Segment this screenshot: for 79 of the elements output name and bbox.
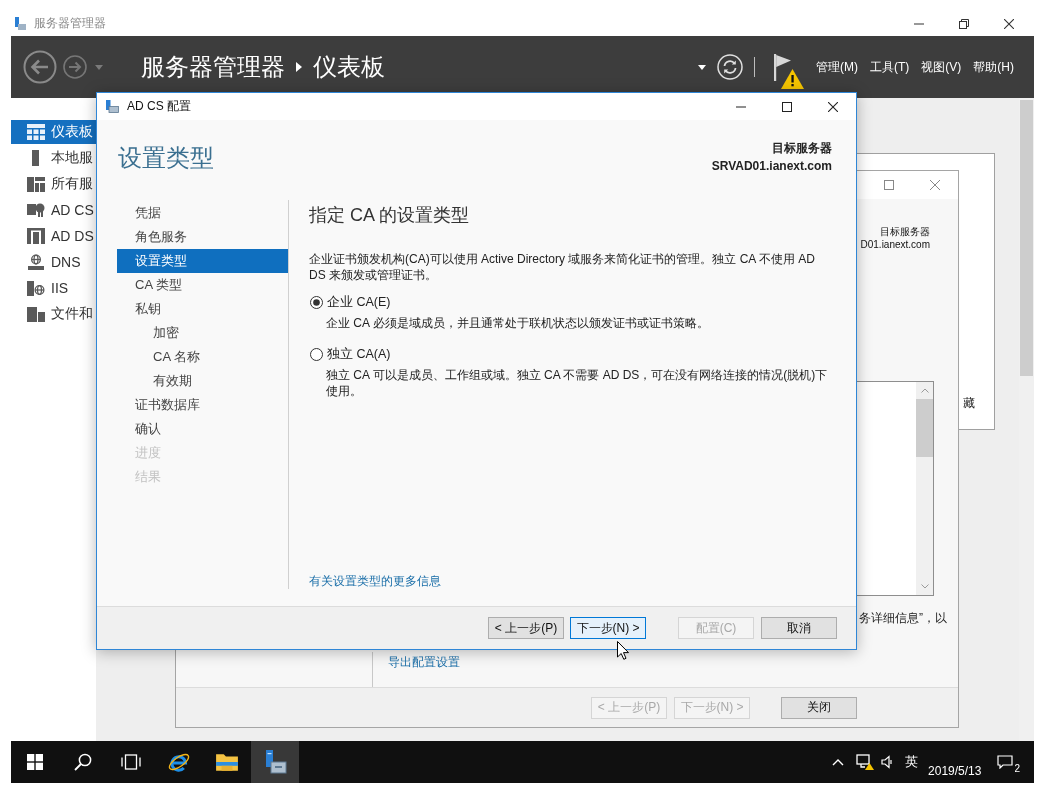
notification-icon[interactable]	[997, 755, 1014, 769]
start-icon[interactable]	[27, 754, 43, 770]
sidebar-item[interactable]: 仪表板	[11, 120, 96, 144]
intro-text: 企业证书颁发机构(CA)可以使用 Active Directory 域服务来简化证书的管理。独立 CA 不使用 AD DS 来颁发或管理证书。	[309, 251, 817, 283]
network-warning-icon[interactable]	[856, 754, 875, 770]
server-tray-icon	[263, 750, 287, 774]
target-server-name: D01.ianext.com	[860, 238, 930, 251]
wizard-step[interactable]: 证书数据库	[117, 393, 288, 417]
more-info-link[interactable]: 有关设置类型的更多信息	[309, 574, 441, 589]
target-server-label: 目标服务器	[879, 225, 930, 238]
export-settings-link[interactable]: 导出配置设置	[388, 655, 460, 669]
option-label[interactable]: 独立 CA(A)	[327, 346, 391, 362]
sidebar-item[interactable]: AD DS	[11, 224, 96, 248]
breadcrumb-separator-icon	[296, 62, 302, 72]
wizard-step[interactable]: 加密	[117, 321, 288, 345]
restore-icon[interactable]	[958, 18, 969, 29]
text-fragment: 藏	[963, 396, 975, 410]
next-button[interactable]: 下一步(N) >	[570, 617, 646, 639]
breadcrumb-item[interactable]: 仪表板	[313, 51, 385, 83]
wizard-step[interactable]: CA 名称	[117, 345, 288, 369]
window-title: 服务器管理器	[34, 15, 106, 32]
wizard-step[interactable]: 有效期	[117, 369, 288, 393]
option-description: 独立 CA 可以是成员、工作组或域。独立 CA 不需要 AD DS，可在没有网络连接的情况(脱机)下使用。	[326, 367, 829, 399]
close-button[interactable]: 关闭	[781, 696, 857, 719]
scrollbar[interactable]	[916, 382, 933, 595]
server-towers-icon	[27, 228, 45, 244]
scrollbar-thumb[interactable]	[1020, 100, 1033, 376]
task-view-icon[interactable]	[121, 754, 141, 770]
sidebar-item[interactable]: IIS	[11, 276, 96, 300]
sidebar-item[interactable]: DNS	[11, 250, 96, 274]
wizard-step[interactable]: 设置类型	[117, 249, 288, 273]
wizard-step[interactable]: 凭据	[117, 201, 288, 225]
section-title: 指定 CA 的设置类型	[309, 204, 469, 227]
radio-button[interactable]	[310, 347, 323, 361]
breadcrumb-item[interactable]: 服务器管理器	[141, 51, 285, 83]
caret-icon[interactable]	[698, 64, 706, 70]
dialog-title: AD CS 配置	[127, 98, 191, 115]
server-tray-icon	[14, 17, 26, 30]
scrollbar[interactable]	[1019, 98, 1034, 741]
cancel-button[interactable]: 取消	[761, 617, 837, 639]
close-icon[interactable]	[828, 101, 838, 112]
page-heading: 设置类型	[118, 144, 214, 172]
wizard-step[interactable]: 确认	[117, 417, 288, 441]
previous-button[interactable]: < 上一步(P)	[488, 617, 564, 639]
maximize-icon[interactable]	[782, 101, 792, 112]
server-folder-icon	[27, 306, 45, 322]
clock-date[interactable]: 2019/5/13	[928, 764, 982, 778]
menu-item[interactable]: 管理(M)	[816, 58, 858, 76]
option-description: 企业 CA 必须是域成员，并且通常处于联机状态以颁发证书或证书策略。	[326, 315, 709, 331]
notification-count: 2	[1014, 762, 1020, 774]
menu-item[interactable]: 视图(V)	[921, 58, 962, 76]
sidebar-item[interactable]: AD CS	[11, 198, 96, 222]
sidebar-item[interactable]: 文件和	[11, 302, 96, 326]
close-icon[interactable]	[1003, 18, 1014, 29]
target-server-name: SRVAD01.ianext.com	[711, 158, 832, 175]
speaker-icon[interactable]	[881, 755, 894, 769]
table-icon	[27, 124, 45, 140]
flag-icon[interactable]	[774, 54, 791, 81]
server-globe-icon	[27, 280, 45, 296]
server-tray-icon	[105, 100, 119, 113]
radio-button[interactable]	[310, 295, 323, 309]
text-fragment: 务详细信息”，以	[859, 611, 948, 625]
sidebar-item[interactable]: 所有服	[11, 172, 96, 196]
menu-item[interactable]: 工具(T)	[870, 58, 910, 76]
servers-icon	[27, 176, 45, 192]
refresh-icon[interactable]	[717, 54, 743, 80]
search-icon[interactable]	[74, 753, 92, 771]
wizard-step[interactable]: CA 类型	[117, 273, 288, 297]
certificate-server-icon	[27, 202, 45, 218]
option-label[interactable]: 企业 CA(E)	[327, 294, 391, 310]
taskbar-app-button[interactable]	[251, 741, 299, 783]
wizard-step[interactable]: 私钥	[117, 297, 288, 321]
globe-server-icon	[27, 254, 45, 270]
target-server-label: 目标服务器	[771, 140, 832, 157]
input-mode-indicator[interactable]: 英	[905, 753, 919, 771]
sidebar-item[interactable]: 本地服	[11, 146, 96, 170]
menu-item[interactable]: 帮助(H)	[973, 58, 1014, 76]
wizard-step[interactable]: 角色服务	[117, 225, 288, 249]
scrollbar-thumb[interactable]	[916, 399, 933, 457]
